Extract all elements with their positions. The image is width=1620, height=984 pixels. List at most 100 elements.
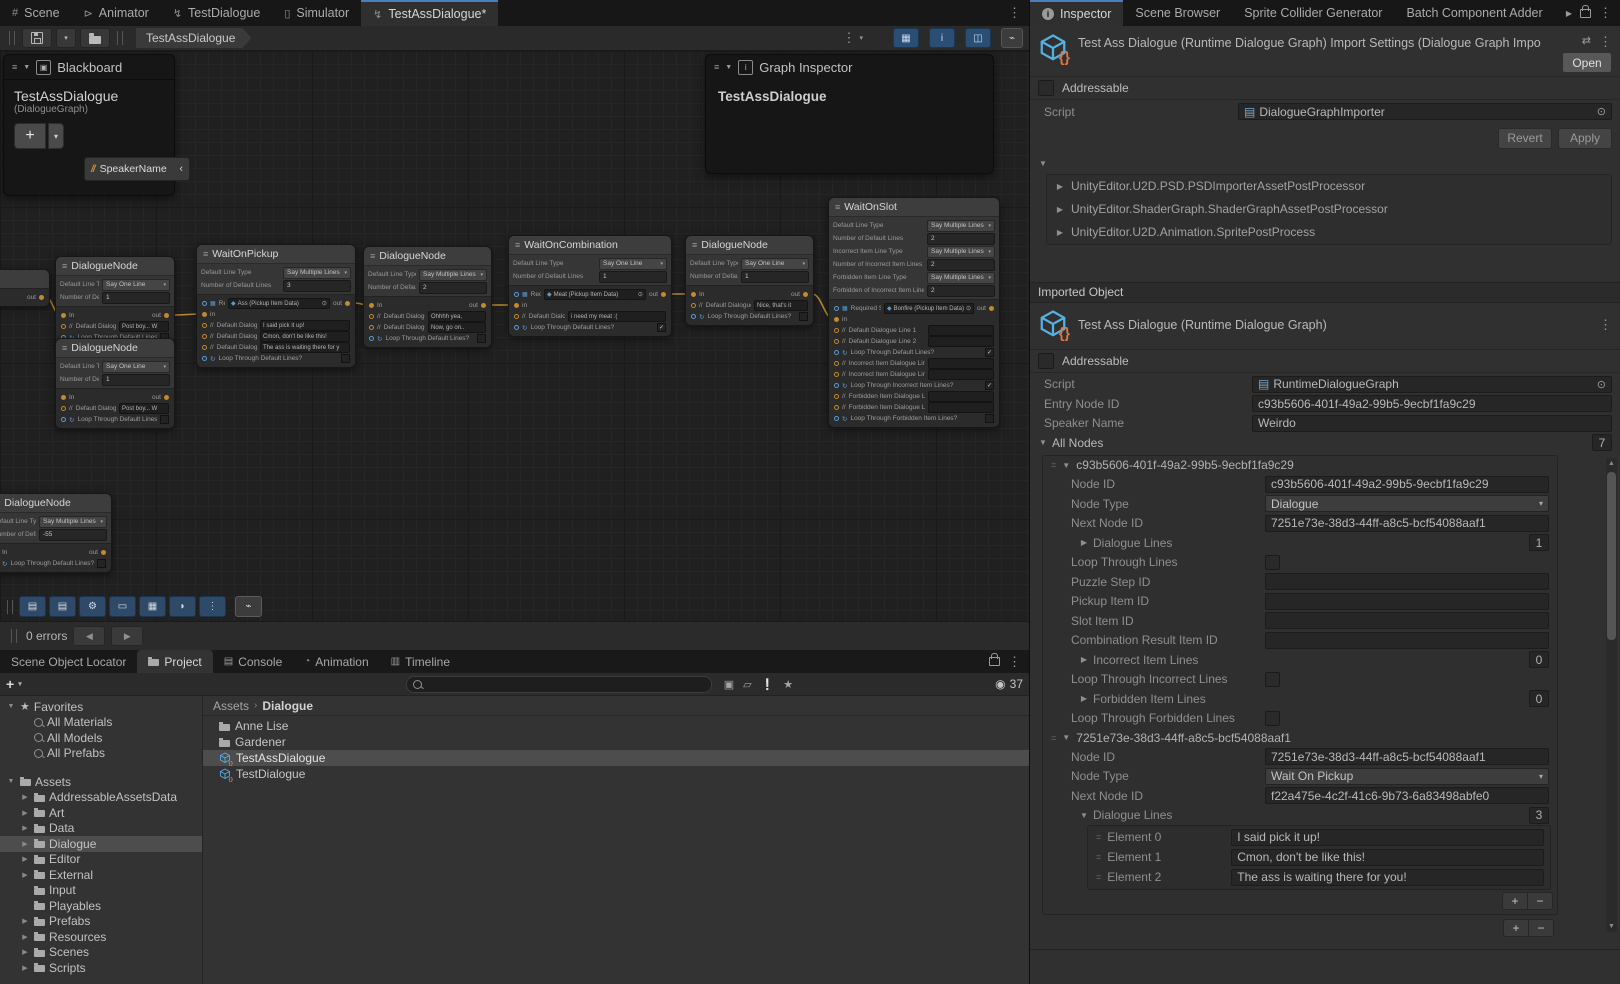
property-dropdown[interactable]: Say Multiple Lines▾ (927, 272, 995, 284)
star-icon[interactable]: ★ (783, 678, 793, 691)
postprocessors-header[interactable]: ▼ (1030, 153, 1620, 174)
output-port[interactable] (803, 292, 808, 297)
output-port[interactable] (989, 306, 994, 311)
scroll-tabs-right-icon[interactable]: ▶ (1566, 9, 1572, 18)
input-port[interactable] (202, 334, 207, 339)
output-port[interactable] (101, 550, 106, 555)
foldout-closed-icon[interactable]: ▶ (20, 793, 30, 801)
graph-canvas[interactable]: ≡ ▼ ▣ Blackboard TestAssDialogue (Dialog… (0, 51, 1029, 621)
port-value-field[interactable] (928, 336, 994, 347)
tab-testdialogue[interactable]: ↯TestDialogue (161, 0, 272, 26)
input-port[interactable] (691, 292, 696, 297)
foldout-closed-icon[interactable]: ▶ (1079, 538, 1089, 547)
blackboard-property-speakername[interactable]: // SpeakerName ‹ (84, 157, 190, 181)
property-input[interactable]: 2 (927, 233, 995, 245)
property-input[interactable]: 2 (927, 285, 995, 297)
input-port[interactable] (834, 328, 839, 333)
project-tab-scene-object-locator[interactable]: Scene Object Locator (0, 650, 137, 673)
port-value-field[interactable]: i need my meat :( (568, 311, 666, 322)
input-port[interactable] (834, 372, 839, 377)
info-button[interactable]: ▤ (49, 596, 76, 617)
postprocessor-item[interactable]: ▶UnityEditor.U2D.Animation.SpritePostPro… (1047, 221, 1611, 244)
scroll-down-arrow[interactable]: ▼ (1606, 921, 1617, 932)
all-nodes-row[interactable]: ▼ All Nodes 7 (1030, 433, 1620, 453)
asset-testdialogue[interactable]: {}TestDialogue (203, 766, 1029, 782)
input-port[interactable] (834, 306, 839, 311)
tab-animator[interactable]: ⊳Animator (72, 0, 161, 26)
tree-item-all-prefabs[interactable]: All Prefabs (0, 746, 202, 762)
port-checkbox[interactable] (341, 354, 350, 363)
tree-item-editor[interactable]: ▶Editor (0, 852, 202, 868)
node-title-bar[interactable]: ≡DialogueNode (0, 494, 111, 512)
alert-icon[interactable]: ❕ (761, 678, 775, 691)
project-tab-console[interactable]: ▤Console (213, 650, 293, 673)
remove-element-button[interactable]: − (1527, 893, 1552, 909)
property-input[interactable]: 2 (927, 259, 995, 271)
count-badge[interactable]: 1 (1529, 534, 1549, 551)
input-port[interactable] (369, 336, 374, 341)
row-checkbox[interactable] (1265, 555, 1280, 570)
foldout-closed-icon[interactable]: ▶ (1079, 694, 1089, 703)
chevron-left-icon[interactable]: ‹ (179, 163, 183, 175)
input-port[interactable] (369, 303, 374, 308)
foldout-closed-icon[interactable]: ▶ (1055, 182, 1065, 191)
property-dropdown[interactable]: Say Multiple Lines▾ (927, 220, 995, 232)
save-options-button[interactable]: ▾ (56, 28, 76, 48)
debug-toggle-button[interactable]: ⌁ (235, 596, 262, 617)
more-options-icon[interactable]: ⋮ (1008, 5, 1021, 21)
addressable-checkbox[interactable] (1038, 353, 1054, 369)
port-value-field[interactable]: Post boy... W (119, 403, 169, 414)
kebab-button[interactable]: ⋮ (199, 596, 226, 617)
tree-item-all-materials[interactable]: All Materials (0, 715, 202, 731)
project-tab-timeline[interactable]: ▥Timeline (380, 650, 461, 673)
tree-item-prefabs[interactable]: ▶Prefabs (0, 914, 202, 930)
tree-item-addressableassetsdata[interactable]: ▶AddressableAssetsData (0, 790, 202, 806)
row-dropdown[interactable]: Dialogue▾ (1265, 495, 1549, 512)
node-collapse-icon[interactable]: ≡ (370, 251, 375, 261)
window-button[interactable]: ▭ (109, 596, 136, 617)
input-port[interactable] (369, 325, 374, 330)
presets-icon[interactable]: ⇄ (1582, 34, 1591, 50)
drag-handle-icon[interactable]: = (1096, 872, 1101, 882)
node-title-bar[interactable]: ≡StartNode (0, 270, 49, 288)
port-checkbox[interactable]: ✓ (985, 381, 994, 390)
breadcrumb-current[interactable]: Dialogue (262, 699, 313, 713)
property-input[interactable]: 1 (102, 374, 170, 386)
text-field[interactable] (1265, 632, 1549, 649)
open-button[interactable]: Open (1562, 52, 1612, 73)
property-dropdown[interactable]: Say Multiple Lines▾ (419, 269, 487, 281)
graph-node-waitonslot[interactable]: ≡WaitOnSlotDefault Line TypeSay Multiple… (828, 197, 1000, 428)
input-port[interactable] (61, 395, 66, 400)
inspector-scrollbar[interactable]: ▲ ▼ (1606, 458, 1617, 932)
node-collapse-icon[interactable]: ≡ (515, 240, 520, 250)
tab-scene-browser[interactable]: Scene Browser (1123, 0, 1232, 26)
object-picker-icon[interactable]: ⊙ (1597, 105, 1606, 118)
input-port[interactable] (691, 303, 696, 308)
input-port[interactable] (202, 312, 207, 317)
drag-handle-icon[interactable]: = (1051, 733, 1056, 743)
input-port[interactable] (369, 314, 374, 319)
port-value-field[interactable]: Post boy... W (119, 321, 169, 332)
foldout-open-icon[interactable]: ▼ (1061, 461, 1071, 470)
remove-element-button[interactable]: − (1528, 920, 1553, 936)
tab-inspector[interactable]: iInspector (1030, 0, 1123, 26)
tab-simulator[interactable]: ▯Simulator (272, 0, 361, 26)
port-value-field[interactable] (928, 402, 994, 413)
input-port[interactable] (202, 356, 207, 361)
input-port[interactable] (834, 394, 839, 399)
property-dropdown[interactable]: Say Multiple Lines▾ (927, 246, 995, 258)
node-collapse-icon[interactable]: ≡ (62, 343, 67, 353)
collapse-arrow-icon[interactable]: ▼ (725, 64, 732, 71)
property-dropdown[interactable]: Say Multiple Lines▾ (39, 516, 107, 528)
blackboard-toggle-button[interactable]: ◫ (965, 28, 991, 48)
input-port[interactable] (834, 405, 839, 410)
text-field[interactable] (1265, 612, 1549, 629)
tree-item-scripts[interactable]: ▶Scripts (0, 960, 202, 976)
input-port[interactable] (514, 325, 519, 330)
port-checkbox[interactable]: ✓ (985, 348, 994, 357)
drag-handle-icon[interactable]: = (1051, 460, 1056, 470)
output-port[interactable] (345, 301, 350, 306)
node-collapse-icon[interactable]: ≡ (835, 202, 840, 212)
input-port[interactable] (834, 339, 839, 344)
property-dropdown[interactable]: Say One Line▾ (102, 361, 170, 373)
